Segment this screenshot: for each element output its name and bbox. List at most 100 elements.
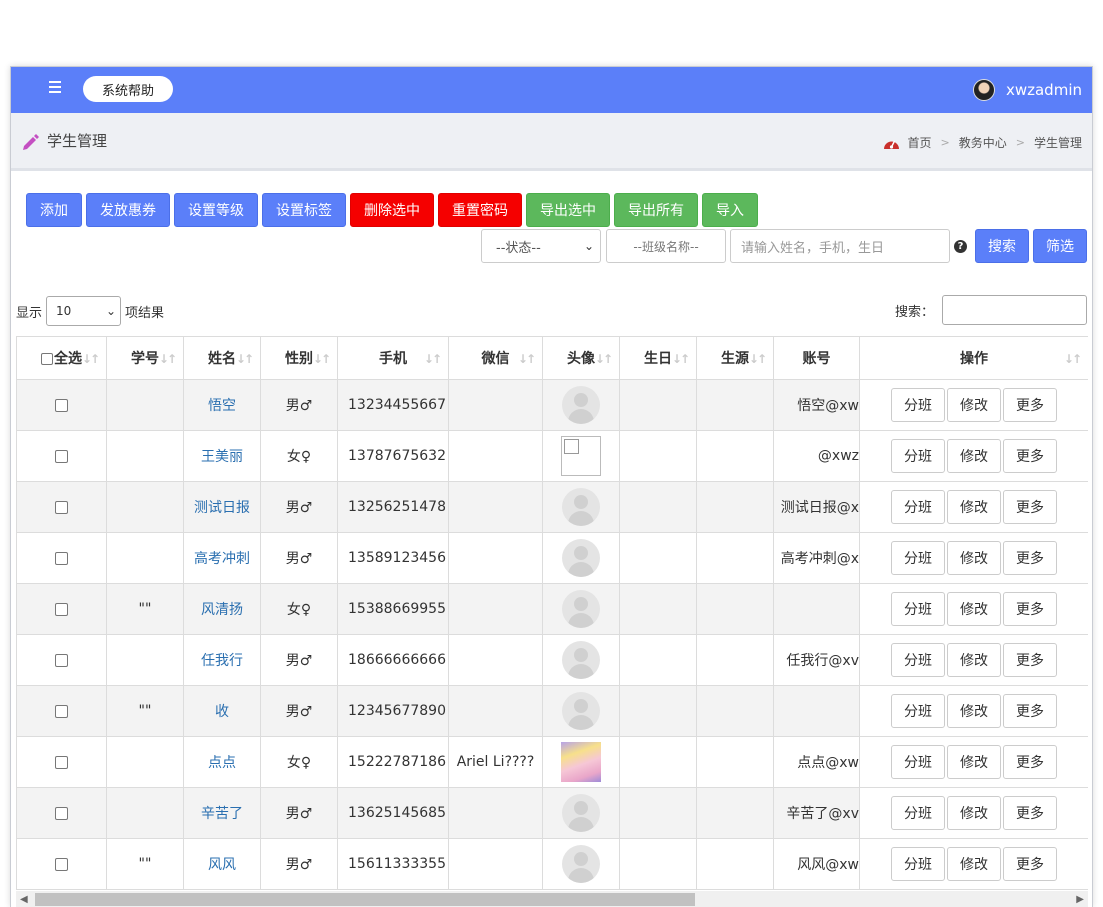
row-checkbox[interactable] (55, 857, 68, 871)
edit-button[interactable]: 修改 (947, 643, 1001, 677)
search-button[interactable]: 搜索 (975, 229, 1029, 263)
edit-button[interactable]: 修改 (947, 541, 1001, 575)
edit-button[interactable]: 修改 (947, 490, 1001, 524)
assign-class-button[interactable]: 分班 (891, 694, 945, 728)
row-checkbox[interactable] (55, 449, 68, 463)
edit-button[interactable]: 修改 (947, 847, 1001, 881)
edit-button[interactable]: 修改 (947, 439, 1001, 473)
column-header-select-all[interactable]: 全选 ↓↑ (16, 336, 107, 380)
toolbar-button-2[interactable]: 设置等级 (174, 193, 258, 227)
student-name-link[interactable]: 点点 (183, 736, 261, 788)
more-button[interactable]: 更多 (1003, 745, 1057, 779)
sort-icon[interactable]: ↓↑ (518, 352, 536, 366)
more-button[interactable]: 更多 (1003, 643, 1057, 677)
sort-icon[interactable]: ↓↑ (672, 352, 690, 366)
column-header-birthday[interactable]: 生日 ↓↑ (619, 336, 697, 380)
sort-icon[interactable]: ↓↑ (424, 352, 442, 366)
table-row: 悟空 男♂ 13234455667 悟空@xw 分班 修改 更多 (16, 379, 1088, 431)
student-name-link[interactable]: 收 (183, 685, 261, 737)
row-checkbox[interactable] (55, 551, 68, 565)
scroll-left-icon[interactable]: ◀ (20, 894, 28, 905)
row-checkbox[interactable] (55, 653, 68, 667)
more-button[interactable]: 更多 (1003, 847, 1057, 881)
more-button[interactable]: 更多 (1003, 541, 1057, 575)
assign-class-button[interactable]: 分班 (891, 796, 945, 830)
student-name-link[interactable]: 悟空 (183, 379, 261, 431)
sort-icon[interactable]: ↓↑ (595, 352, 613, 366)
horizontal-scrollbar[interactable]: ◀ ▶ (16, 891, 1088, 907)
column-header-account[interactable]: 账号 (773, 336, 860, 380)
student-name-link[interactable]: 辛苦了 (183, 787, 261, 839)
edit-button[interactable]: 修改 (947, 388, 1001, 422)
sort-icon[interactable]: ↓↑ (236, 352, 254, 366)
more-button[interactable]: 更多 (1003, 694, 1057, 728)
column-header-name[interactable]: 姓名 ↓↑ (183, 336, 261, 380)
row-checkbox[interactable] (55, 398, 68, 412)
assign-class-button[interactable]: 分班 (891, 490, 945, 524)
student-name-link[interactable]: 任我行 (183, 634, 261, 686)
more-button[interactable]: 更多 (1003, 592, 1057, 626)
assign-class-button[interactable]: 分班 (891, 745, 945, 779)
sort-icon[interactable]: ↓↑ (1064, 352, 1082, 366)
gender-cell: 女♀ (260, 430, 338, 482)
system-help-button[interactable]: 系统帮助 (83, 76, 173, 102)
toolbar-button-0[interactable]: 添加 (26, 193, 82, 227)
row-checkbox[interactable] (55, 704, 68, 718)
toolbar-button-5[interactable]: 重置密码 (438, 193, 522, 227)
student-name-link[interactable]: 高考冲刺 (183, 532, 261, 584)
column-header-actions[interactable]: 操作 ↓↑ (859, 336, 1088, 380)
column-header-avatar[interactable]: 头像 ↓↑ (542, 336, 620, 380)
more-button[interactable]: 更多 (1003, 439, 1057, 473)
more-button[interactable]: 更多 (1003, 796, 1057, 830)
toolbar-button-1[interactable]: 发放惠券 (86, 193, 170, 227)
student-name-link[interactable]: 风风 (183, 838, 261, 890)
sort-icon[interactable]: ↓↑ (313, 352, 331, 366)
toolbar-button-6[interactable]: 导出选中 (526, 193, 610, 227)
edit-button[interactable]: 修改 (947, 694, 1001, 728)
student-name-link[interactable]: 王美丽 (183, 430, 261, 482)
assign-class-button[interactable]: 分班 (891, 388, 945, 422)
column-header-student-id[interactable]: 学号 ↓↑ (106, 336, 184, 380)
more-button[interactable]: 更多 (1003, 388, 1057, 422)
column-header-source[interactable]: 生源 ↓↑ (696, 336, 774, 380)
student-name-link[interactable]: 测试日报 (183, 481, 261, 533)
assign-class-button[interactable]: 分班 (891, 643, 945, 677)
assign-class-button[interactable]: 分班 (891, 541, 945, 575)
status-select[interactable]: --状态-- ⌄ (481, 229, 601, 263)
column-header-gender[interactable]: 性别 ↓↑ (260, 336, 338, 380)
assign-class-button[interactable]: 分班 (891, 439, 945, 473)
select-all-checkbox[interactable] (41, 353, 53, 365)
row-checkbox[interactable] (55, 806, 68, 820)
column-header-phone[interactable]: 手机 ↓↑ (337, 336, 449, 380)
scroll-right-icon[interactable]: ▶ (1076, 894, 1084, 905)
toolbar-button-3[interactable]: 设置标签 (262, 193, 346, 227)
sort-icon[interactable]: ↓↑ (159, 352, 177, 366)
help-icon[interactable]: ? (954, 239, 967, 253)
hamburger-menu-icon[interactable] (49, 78, 67, 98)
class-name-input[interactable]: --班级名称-- (606, 229, 726, 263)
filter-button[interactable]: 筛选 (1033, 229, 1087, 263)
edit-button[interactable]: 修改 (947, 796, 1001, 830)
sort-icon[interactable]: ↓↑ (749, 352, 767, 366)
row-checkbox[interactable] (55, 602, 68, 616)
toolbar-button-4[interactable]: 删除选中 (350, 193, 434, 227)
student-name-link[interactable]: 风清扬 (183, 583, 261, 635)
table-search-input[interactable] (942, 295, 1087, 325)
breadcrumb-home[interactable]: 首页 (908, 134, 932, 151)
page-length-select[interactable]: 10 ⌄ (46, 296, 122, 326)
toolbar-button-7[interactable]: 导出所有 (614, 193, 698, 227)
sort-icon[interactable]: ↓↑ (82, 352, 100, 366)
row-checkbox[interactable] (55, 755, 68, 769)
user-menu[interactable]: xwzadmin (972, 78, 1082, 102)
toolbar-button-8[interactable]: 导入 (702, 193, 758, 227)
more-button[interactable]: 更多 (1003, 490, 1057, 524)
student-search-input[interactable]: 请输入姓名，手机，生日 (730, 229, 950, 263)
edit-button[interactable]: 修改 (947, 592, 1001, 626)
column-header-wechat[interactable]: 微信 ↓↑ (448, 336, 543, 380)
assign-class-button[interactable]: 分班 (891, 847, 945, 881)
assign-class-button[interactable]: 分班 (891, 592, 945, 626)
scrollbar-thumb[interactable] (35, 893, 695, 906)
breadcrumb-academic[interactable]: 教务中心 (959, 134, 1007, 151)
row-checkbox[interactable] (55, 500, 68, 514)
edit-button[interactable]: 修改 (947, 745, 1001, 779)
